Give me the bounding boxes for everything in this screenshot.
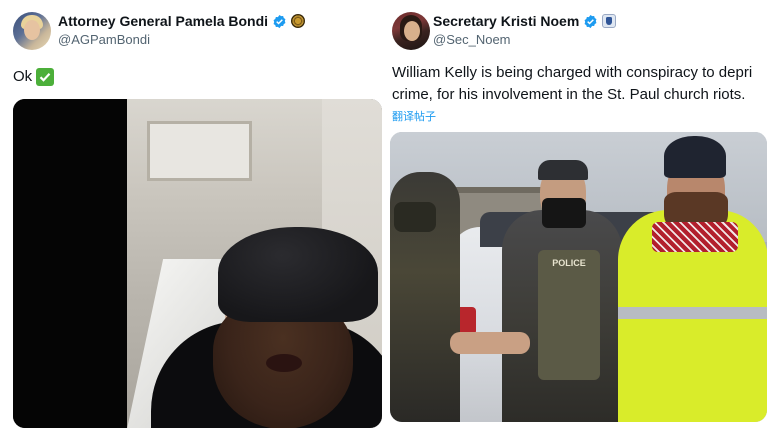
tweet-text: Ok (13, 66, 55, 88)
officer-center-mask (542, 198, 586, 228)
author-row: Secretary Kristi Noem (433, 13, 617, 29)
tweet-bondi[interactable]: Attorney General Pamela Bondi @AGPamBond… (0, 0, 384, 432)
avatar-face (404, 21, 420, 41)
check-mark-button-icon (36, 68, 55, 86)
tweet-text: William Kelly is being charged with cons… (392, 62, 752, 106)
avatar[interactable] (392, 12, 430, 50)
vest-label: POLICE (552, 258, 586, 268)
background-window (147, 121, 252, 181)
verified-badge-icon[interactable] (272, 14, 287, 29)
officer-hand (450, 332, 530, 354)
avatar-face (24, 20, 40, 40)
suspect-reflective-stripe (618, 307, 767, 319)
subject-mouth (266, 354, 302, 372)
doj-seal-icon[interactable] (291, 14, 306, 28)
video-letterbox (13, 99, 127, 428)
tweet-photo[interactable]: POLICE (390, 132, 767, 422)
tweet-noem[interactable]: Secretary Kristi Noem @Sec_Noem William … (384, 0, 768, 432)
avatar[interactable] (13, 12, 51, 50)
handle[interactable]: @Sec_Noem (433, 32, 511, 47)
tweet-text-line-2: crime, for his involvement in the St. Pa… (392, 86, 746, 103)
display-name[interactable]: Attorney General Pamela Bondi (58, 13, 268, 29)
officer-left-mask (394, 202, 436, 232)
tweet-text-content: Ok (13, 68, 33, 85)
officer-vest (538, 250, 600, 380)
translate-post-link[interactable]: 翻译帖子 (392, 108, 436, 124)
suspect-scarf (652, 222, 738, 252)
tweet-video[interactable] (13, 99, 382, 428)
tweet-text-line-1: William Kelly is being charged with cons… (392, 64, 753, 81)
display-name[interactable]: Secretary Kristi Noem (433, 13, 579, 29)
subject-beanie (218, 227, 378, 322)
author-row: Attorney General Pamela Bondi (58, 13, 306, 29)
verified-badge-icon[interactable] (583, 14, 598, 29)
suspect-beanie (664, 136, 726, 178)
handle[interactable]: @AGPamBondi (58, 32, 150, 47)
dhs-seal-icon[interactable] (602, 14, 617, 28)
officer-center-cap (538, 160, 588, 180)
